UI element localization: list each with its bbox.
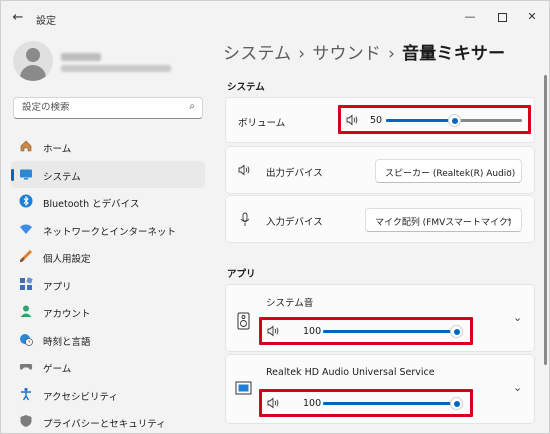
sidebar-item-label: 個人用設定 [43,254,91,265]
account-icon [20,305,32,317]
sidebar-item-label: Bluetooth とデバイス [43,199,140,210]
app-window-icon [235,381,252,395]
output-device-label: 出力デバイス [266,168,323,179]
shield-icon [20,415,32,427]
apps-section-title: アプリ [227,269,256,280]
brush-icon [20,250,32,262]
speaker-device-icon [237,312,250,330]
sidebar-item-label: ゲーム [43,364,72,375]
search-box[interactable]: ⌕ [13,97,203,119]
volume-highlight-box [259,389,473,417]
breadcrumb-sound[interactable]: サウンド [312,44,381,64]
search-input[interactable] [22,102,182,113]
input-device-card: 入力デバイス マイク配列 (FMVスマートマイク) ⌄ [225,195,535,243]
accessibility-icon [21,387,31,400]
speaker-icon [238,164,250,176]
chevron-down-icon: ⌄ [505,165,513,175]
apps-icon [20,276,33,290]
profile-email [61,65,171,72]
output-device-selected: スピーカー (Realtek(R) Audio) [385,169,516,179]
sidebar-item-accessibility[interactable]: アクセシビリティ [11,381,205,409]
breadcrumb-separator: › [388,44,396,64]
sidebar-item-label: アクセシビリティ [43,391,118,403]
close-button[interactable]: ✕ [521,7,543,27]
microphone-icon [240,212,250,226]
sidebar-item-privacy[interactable]: プライバシーとセキュリティ [11,408,205,433]
sidebar-item-gaming[interactable]: ゲーム [11,353,205,381]
search-icon[interactable]: ⌕ [189,101,195,112]
sidebar-item-home[interactable]: ホーム [11,133,205,161]
page-title: 音量ミキサー [402,44,506,64]
volume-highlight-box [338,105,531,134]
input-device-label: 入力デバイス [266,217,323,228]
system-section-title: システム [227,82,265,93]
scrollbar[interactable] [544,75,547,365]
output-device-card: 出力デバイス スピーカー (Realtek(R) Audio) ⌄ [225,146,535,194]
settings-window: ← 設定 — ✕ ⌕ ホーム システム Bluetooth とデバイス ネットワ… [0,0,550,434]
back-arrow-icon[interactable]: ← [9,9,27,27]
breadcrumb-system[interactable]: システム [223,44,291,64]
sidebar-nav: ホーム システム Bluetooth とデバイス ネットワークとインターネット … [11,133,205,433]
sidebar-item-network[interactable]: ネットワークとインターネット [11,216,205,244]
sidebar-item-personalization[interactable]: 個人用設定 [11,243,205,271]
maximize-button[interactable] [491,7,513,27]
sidebar-item-label: システム [43,171,81,183]
sidebar-item-time-language[interactable]: 時刻と言語 [11,326,205,354]
minimize-button[interactable]: — [459,7,481,27]
sidebar-item-apps[interactable]: アプリ [11,271,205,299]
app-name: Realtek HD Audio Universal Service [266,367,435,378]
profile-name [61,53,101,61]
system-icon [20,169,32,179]
sidebar-item-accounts[interactable]: アカウント [11,298,205,326]
home-icon [20,140,32,152]
sidebar-item-label: ホーム [43,144,72,155]
gamepad-icon [19,364,33,370]
app-name: システム音 [266,298,314,309]
sidebar-item-bluetooth[interactable]: Bluetooth とデバイス [11,188,205,216]
bluetooth-icon [19,194,33,208]
output-device-dropdown[interactable]: スピーカー (Realtek(R) Audio) ⌄ [375,159,522,183]
chevron-down-icon[interactable]: ⌄ [513,311,522,324]
breadcrumb-separator: › [298,44,306,64]
sidebar-item-label: 時刻と言語 [43,336,91,348]
sidebar-item-label: ネットワークとインターネット [43,226,177,238]
volume-highlight-box [259,317,473,345]
sidebar-item-label: アプリ [43,281,72,293]
chevron-down-icon[interactable]: ⌄ [513,381,522,394]
volume-label: ボリューム [238,118,286,129]
input-device-selected: マイク配列 (FMVスマートマイク) [375,218,512,228]
sidebar-item-label: プライバシーとセキュリティ [43,419,166,430]
input-device-dropdown[interactable]: マイク配列 (FMVスマートマイク) ⌄ [365,208,522,232]
title-bar: ← 設定 — ✕ [1,1,549,35]
wifi-icon [20,224,32,234]
avatar[interactable] [13,41,53,81]
chevron-down-icon: ⌄ [505,214,513,224]
sidebar-item-system[interactable]: システム [11,160,205,188]
window-title: 設定 [36,16,56,27]
sidebar-item-label: アカウント [43,309,91,320]
globe-clock-icon [20,333,33,346]
breadcrumb: システム › サウンド › 音量ミキサー [223,39,505,64]
